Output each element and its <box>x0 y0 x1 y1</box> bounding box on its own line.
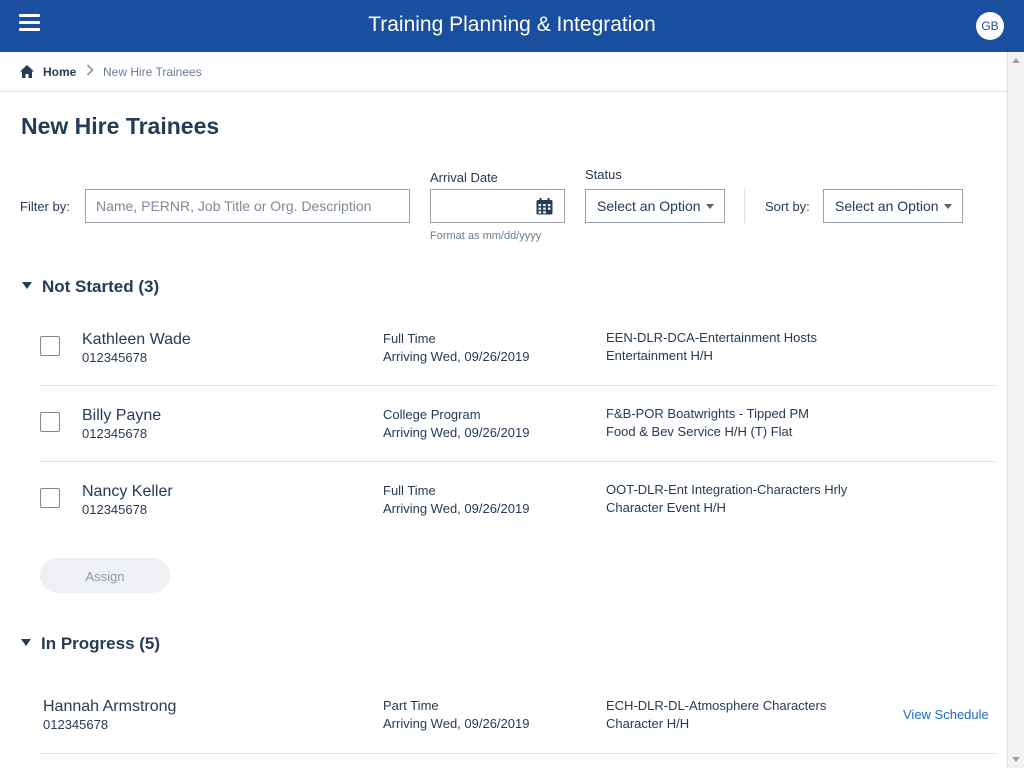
divider <box>744 189 745 223</box>
trainee-checkbox[interactable] <box>40 412 60 432</box>
scrollbar[interactable] <box>1007 52 1024 768</box>
trainee-pernr: 012345678 <box>82 426 148 441</box>
arrival-text: Arriving Wed, 09/26/2019 <box>383 349 530 364</box>
arrival-text: Arriving Wed, 09/26/2019 <box>383 501 530 516</box>
top-bar: Training Planning & Integration GB <box>0 0 1024 52</box>
trainee-checkbox[interactable] <box>40 336 60 356</box>
job-title: Character H/H <box>606 716 690 731</box>
status-label: Status <box>585 167 622 182</box>
chevron-right-icon <box>86 64 94 76</box>
calendar-icon[interactable] <box>536 198 553 215</box>
employment-type: Full Time <box>383 331 436 346</box>
app-title: Training Planning & Integration <box>368 13 656 36</box>
org-description: EEN-DLR-DCA-Entertainment Hosts <box>606 330 817 345</box>
trainee-name: Nancy Keller <box>82 483 173 500</box>
employment-type: Full Time <box>383 483 436 498</box>
in-progress-heading: In Progress (5) <box>41 634 161 653</box>
breadcrumb: Home New Hire Trainees <box>0 52 1007 92</box>
status-select-value: Select an Option <box>597 198 701 214</box>
sort-by-label: Sort by: <box>765 199 810 214</box>
triangle-down-icon <box>22 282 32 290</box>
view-schedule-link[interactable]: View Schedule <box>903 707 989 722</box>
scroll-up-icon[interactable] <box>1012 58 1020 63</box>
trainee-name: Billy Payne <box>82 407 162 424</box>
employment-type: College Program <box>383 407 481 422</box>
in-progress-section-toggle[interactable]: In Progress (5) <box>21 634 160 654</box>
arrival-text: Arriving Wed, 09/26/2019 <box>383 716 530 731</box>
trainee-checkbox[interactable] <box>40 488 60 508</box>
job-title: Food & Bev Service H/H (T) Flat <box>606 424 793 439</box>
arrival-text: Arriving Wed, 09/26/2019 <box>383 425 530 440</box>
trainee-row: Billy Payne 012345678 College Program Ar… <box>40 386 995 462</box>
trainee-pernr: 012345678 <box>82 350 148 365</box>
triangle-down-icon <box>21 639 31 647</box>
org-description: F&B-POR Boatwrights - Tipped PM <box>606 406 810 421</box>
search-input[interactable] <box>85 189 410 223</box>
scroll-down-icon[interactable] <box>1012 757 1020 762</box>
breadcrumb-home-link[interactable]: Home <box>43 65 76 79</box>
home-icon[interactable] <box>20 65 34 78</box>
trainee-pernr: 012345678 <box>43 717 109 732</box>
filter-by-label: Filter by: <box>20 199 70 214</box>
trainee-row: Nancy Keller 012345678 Full Time Arrivin… <box>40 462 995 538</box>
job-title: Character Event H/H <box>606 500 726 515</box>
org-description: OOT-DLR-Ent Integration-Characters Hrly <box>606 482 848 497</box>
trainee-row: Hannah Armstrong 012345678 Part Time Arr… <box>40 678 995 754</box>
breadcrumb-current: New Hire Trainees <box>103 65 202 79</box>
avatar[interactable]: GB <box>976 12 1004 40</box>
job-title: Entertainment H/H <box>606 348 713 363</box>
trainee-row: Kathleen Wade 012345678 Full Time Arrivi… <box>40 310 995 386</box>
employment-type: Part Time <box>383 698 439 713</box>
trainee-name: Kathleen Wade <box>82 331 191 348</box>
assign-button[interactable]: Assign <box>40 558 170 593</box>
not-started-section-toggle[interactable]: Not Started (3) <box>22 277 159 297</box>
sort-select-value: Select an Option <box>835 198 939 214</box>
sort-select[interactable]: Select an Option <box>823 189 963 223</box>
arrival-date-label: Arrival Date <box>430 170 498 185</box>
trainee-name: Hannah Armstrong <box>43 698 177 715</box>
status-select[interactable]: Select an Option <box>585 189 725 223</box>
not-started-heading: Not Started (3) <box>42 277 160 296</box>
org-description: ECH-DLR-DL-Atmosphere Characters <box>606 698 827 713</box>
trainee-pernr: 012345678 <box>82 502 148 517</box>
arrival-date-hint: Format as mm/dd/yyyy <box>430 230 542 242</box>
caret-down-icon <box>944 204 952 209</box>
caret-down-icon <box>706 204 714 209</box>
page-title: New Hire Trainees <box>21 113 220 139</box>
